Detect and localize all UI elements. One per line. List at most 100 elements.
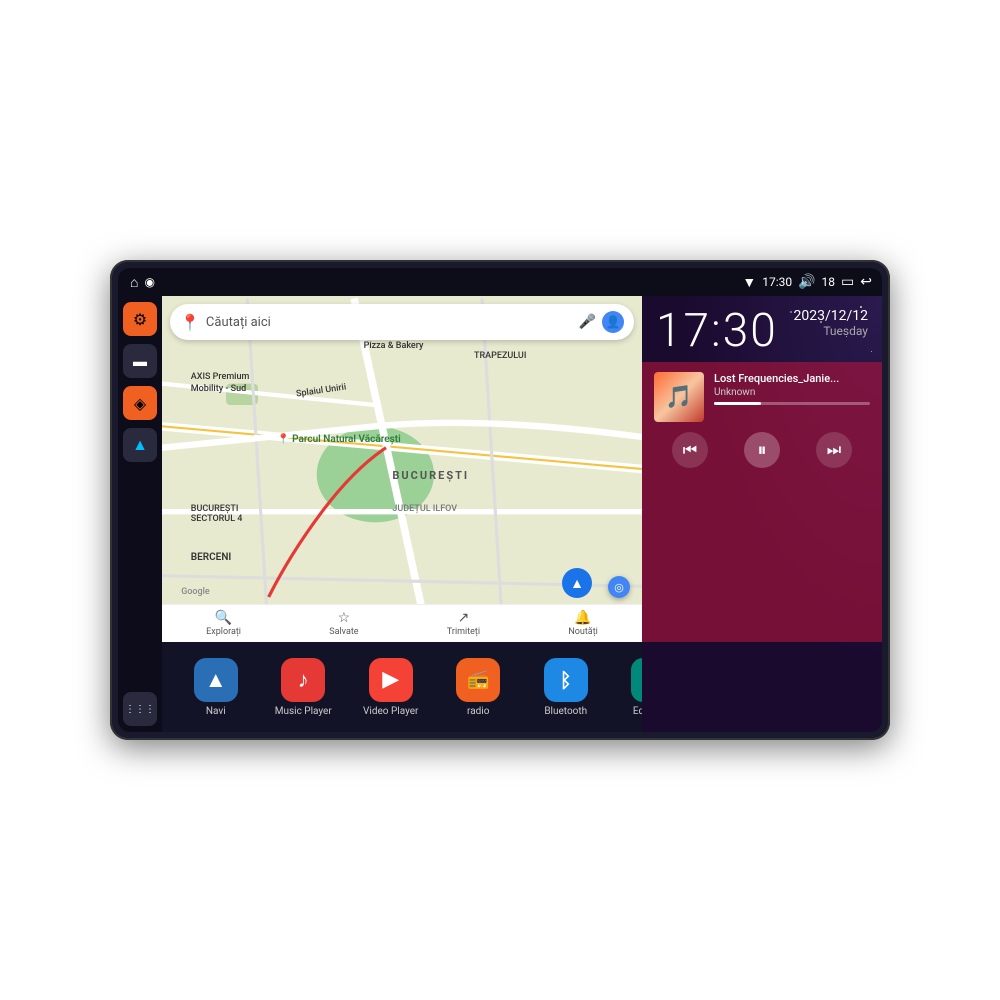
share-label: Trimiteți — [447, 627, 480, 637]
app-radio[interactable]: 📻 radio — [448, 658, 508, 717]
saved-label: Salvate — [329, 627, 358, 637]
explore-icon: 🔍 — [215, 610, 232, 626]
add-app-icon: + — [806, 658, 850, 702]
map-pin-icon: ◈ — [134, 394, 146, 413]
bluetooth-app-icon: ᛒ — [544, 658, 588, 702]
clock-section: 17:30 2023/12/12 Tuesday — [642, 296, 882, 362]
saved-button[interactable]: ☆ Salvate — [329, 610, 358, 637]
settings-app-label: Settings — [722, 706, 759, 717]
microphone-icon[interactable]: 🎤 — [579, 314, 596, 330]
navi-icon: ▲ — [132, 435, 148, 455]
equalizer-app-icon: 📊 — [631, 658, 675, 702]
music-controls: ⏮ ⏸ ⏭ — [654, 428, 870, 472]
next-icon: ⏭ — [827, 440, 841, 460]
sidebar: ⚙ ▬ ◈ ▲ ⋮⋮⋮ — [118, 296, 162, 732]
prev-icon: ⏮ — [683, 440, 697, 460]
center-area: 📍 Căutați aici 🎤 👤 AXIS PremiumMobility … — [162, 296, 882, 732]
sidebar-settings-button[interactable]: ⚙ — [123, 302, 157, 336]
profile-icon: 👤 — [606, 315, 621, 329]
music-info: Lost Frequencies_Janie... Unknown — [714, 372, 870, 405]
navi-app-icon: ▲ — [194, 658, 238, 702]
updates-button[interactable]: 🔔 Noutăți — [568, 610, 598, 637]
clock-date: 2023/12/12 — [794, 308, 869, 324]
play-pause-button[interactable]: ⏸ — [744, 432, 780, 468]
radio-app-label: radio — [467, 706, 489, 717]
settings-icon: ⚙ — [133, 310, 147, 329]
main-content: ⚙ ▬ ◈ ▲ ⋮⋮⋮ — [118, 296, 882, 732]
car-head-unit: ⌂ ◉ ▼ 17:30 🔊 18 ▭ ↩ ⚙ ▬ — [110, 260, 890, 740]
settings-symbol: ⚙ — [731, 667, 751, 692]
right-panel: 17:30 2023/12/12 Tuesday — [642, 296, 882, 642]
app-add[interactable]: + add — [798, 658, 858, 717]
apps-grid-icon: ⋮⋮⋮ — [125, 704, 155, 715]
navi-app-label: Navi — [206, 706, 226, 717]
share-button[interactable]: ↗ Trimiteți — [447, 610, 480, 637]
app-navi[interactable]: ▲ Navi — [186, 658, 246, 717]
music-symbol: ♪ — [298, 667, 309, 693]
folder-icon: ▬ — [133, 353, 147, 370]
music-player: 🎵 Lost Frequencies_Janie... Unknown — [642, 362, 882, 642]
upper-panels: 📍 Căutați aici 🎤 👤 AXIS PremiumMobility … — [162, 296, 882, 642]
sidebar-navi-button[interactable]: ▲ — [123, 428, 157, 462]
app-settings[interactable]: ⚙ Settings — [711, 658, 771, 717]
video-app-icon: ▶ — [369, 658, 413, 702]
navi-symbol: ▲ — [205, 667, 227, 693]
next-button[interactable]: ⏭ — [816, 432, 852, 468]
status-right: ▼ 17:30 🔊 18 ▭ ↩ — [742, 274, 872, 291]
home-icon[interactable]: ⌂ — [130, 274, 138, 291]
wifi-icon: ▼ — [742, 274, 756, 291]
navigate-button[interactable]: ▲ — [562, 568, 592, 598]
sidebar-apps-button[interactable]: ⋮⋮⋮ — [123, 692, 157, 726]
album-art: 🎵 — [654, 372, 704, 422]
battery-number: 18 — [822, 275, 836, 289]
map-status-icon[interactable]: ◉ — [144, 275, 154, 289]
app-music-player[interactable]: ♪ Music Player — [273, 658, 333, 717]
pause-icon: ⏸ — [758, 440, 767, 461]
map-search-bar[interactable]: 📍 Căutați aici 🎤 👤 — [170, 304, 634, 340]
back-icon[interactable]: ↩ — [860, 274, 872, 290]
clock-display: 17:30 — [656, 308, 778, 354]
music-artist: Unknown — [714, 387, 870, 398]
status-bar: ⌂ ◉ ▼ 17:30 🔊 18 ▭ ↩ — [118, 268, 882, 296]
explore-button[interactable]: 🔍 Explorați — [206, 610, 241, 637]
google-maps-icon: 📍 — [180, 313, 200, 332]
search-placeholder-text: Căutați aici — [206, 315, 573, 330]
bell-icon: 🔔 — [574, 610, 591, 626]
navigate-icon: ▲ — [570, 575, 584, 592]
map-bottom-bar: 🔍 Explorați ☆ Salvate ↗ Trimiteți — [162, 604, 642, 642]
app-video-player[interactable]: ▶ Video Player — [361, 658, 421, 717]
equalizer-app-label: Equalizer — [633, 706, 674, 717]
video-app-label: Video Player — [363, 706, 418, 717]
status-left: ⌂ ◉ — [130, 274, 155, 291]
sidebar-folder-button[interactable]: ▬ — [123, 344, 157, 378]
profile-avatar: 👤 — [602, 311, 624, 333]
app-grid: ▲ Navi ♪ Music Player ▶ Vid — [162, 642, 882, 732]
app-bluetooth[interactable]: ᛒ Bluetooth — [536, 658, 596, 717]
clock-date-section: 2023/12/12 Tuesday — [794, 308, 869, 338]
music-app-label: Music Player — [275, 706, 332, 717]
music-top: 🎵 Lost Frequencies_Janie... Unknown — [654, 372, 870, 422]
music-title: Lost Frequencies_Janie... — [714, 372, 870, 385]
location-pin[interactable]: ◎ — [608, 576, 630, 598]
device-screen: ⌂ ◉ ▼ 17:30 🔊 18 ▭ ↩ ⚙ ▬ — [118, 268, 882, 732]
equalizer-symbol: 📊 — [645, 672, 662, 688]
music-app-icon: ♪ — [281, 658, 325, 702]
status-time: 17:30 — [762, 275, 792, 289]
clock-day: Tuesday — [794, 324, 869, 338]
sidebar-map-button[interactable]: ◈ — [123, 386, 157, 420]
map-panel: 📍 Căutați aici 🎤 👤 AXIS PremiumMobility … — [162, 296, 642, 642]
share-icon: ↗ — [458, 610, 470, 626]
bluetooth-app-label: Bluetooth — [544, 706, 587, 717]
add-symbol: + — [822, 667, 834, 692]
radio-app-icon: 📻 — [456, 658, 500, 702]
explore-label: Explorați — [206, 627, 241, 637]
video-symbol: ▶ — [382, 667, 399, 692]
updates-label: Noutăți — [568, 627, 598, 637]
volume-icon: 🔊 — [798, 274, 815, 290]
target-icon: ◎ — [614, 581, 624, 594]
battery-icon: ▭ — [841, 274, 854, 290]
radio-symbol: 📻 — [467, 669, 489, 690]
settings-app-icon: ⚙ — [719, 658, 763, 702]
app-equalizer[interactable]: 📊 Equalizer — [623, 658, 683, 717]
prev-button[interactable]: ⏮ — [672, 432, 708, 468]
